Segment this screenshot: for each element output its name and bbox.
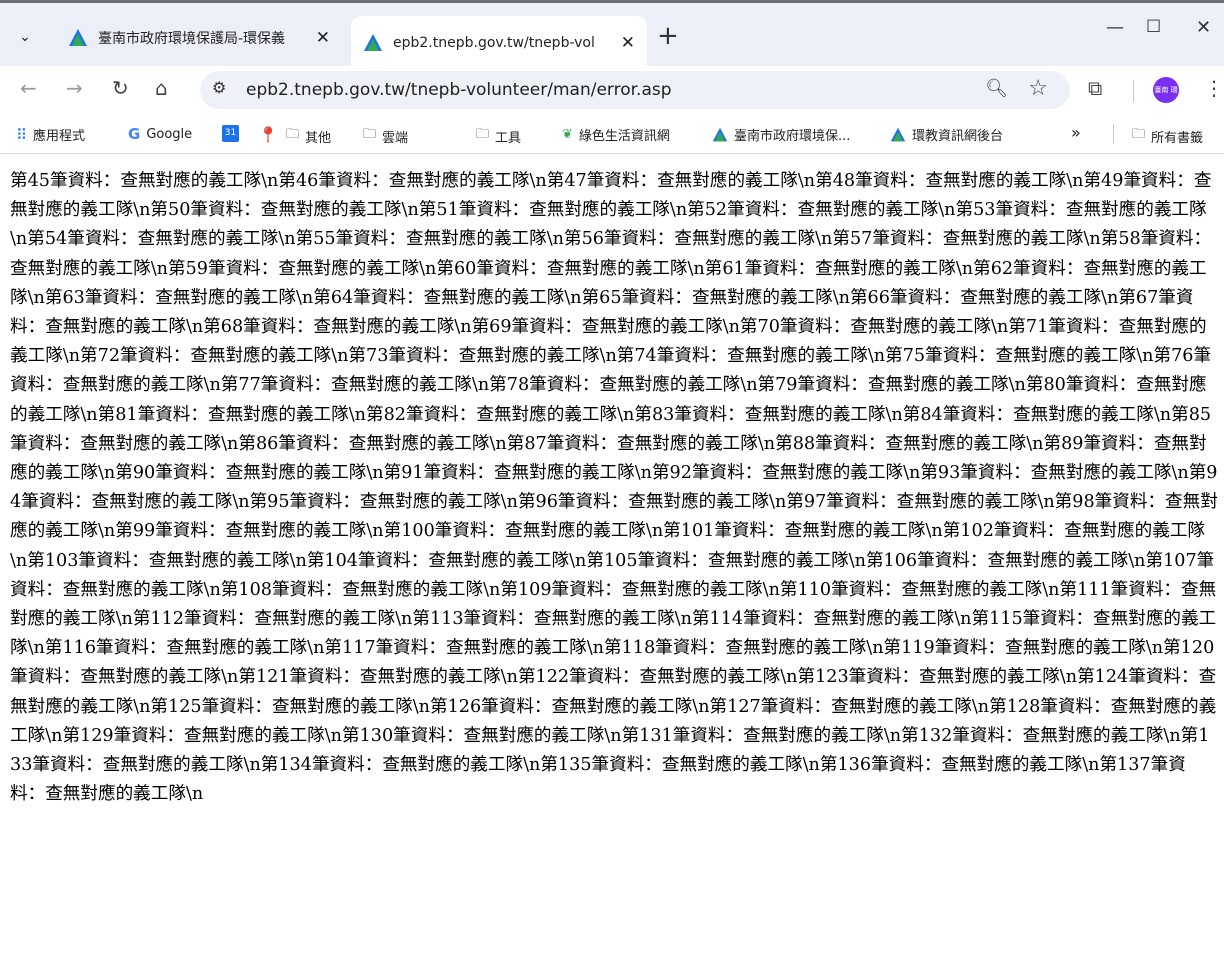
forward-icon[interactable]: → (66, 76, 83, 100)
bookmark-env-edu[interactable]: 環教資訊網後台 (890, 125, 1003, 144)
home-icon[interactable]: ⌂ (155, 76, 168, 100)
bookmarks-bar: ⠿ 應用程式 G Google 31 📍︎ 🗀 其他 🗀 雲端 🗀 工具 ❦ 綠… (0, 114, 1224, 154)
bookmark-folder-other[interactable]: 🗀 其他 (286, 125, 331, 147)
url-text[interactable]: epb2.tnepb.gov.tw/tnepb-volunteer/man/er… (246, 80, 672, 100)
tab-search-dropdown-icon[interactable]: ⌄ (12, 24, 38, 50)
folder-icon: 🗀 (1132, 127, 1146, 142)
bookmark-label: 雲端 (382, 130, 409, 146)
bookmark-folder-tools[interactable]: 🗀 工具 (476, 125, 521, 147)
bookmarks-overflow-icon[interactable]: » (1071, 123, 1081, 142)
window-close-icon[interactable]: ✕ (1196, 17, 1211, 38)
tab-close-icon[interactable]: ✕ (316, 28, 330, 48)
bookmarks-divider (1113, 124, 1114, 144)
new-tab-icon[interactable]: + (657, 21, 679, 51)
tab-error-page[interactable]: epb2.tnepb.gov.tw/tnepb-vol ✕ (351, 16, 647, 69)
minimize-icon[interactable]: — (1106, 17, 1124, 38)
bookmark-tnepb[interactable]: 臺南市政府環境保... (712, 125, 850, 144)
bookmark-google[interactable]: G Google (128, 125, 192, 143)
folder-icon: 🗀 (286, 127, 300, 142)
tnepb-logo-icon (69, 28, 87, 46)
bookmark-label: 其他 (305, 130, 332, 146)
zoom-icon[interactable]: 🔍︎ (985, 78, 1008, 99)
toolbar-divider (1133, 80, 1134, 102)
leaf-icon: ❦ (562, 127, 573, 142)
bookmark-apps[interactable]: ⠿ 應用程式 (16, 125, 86, 145)
google-icon: G (128, 125, 141, 143)
bookmark-folder-cloud[interactable]: 🗀 雲端 (363, 125, 408, 147)
menu-kebab-icon[interactable]: ⋮ (1204, 76, 1224, 100)
tab-title: epb2.tnepb.gov.tw/tnepb-vol (393, 34, 595, 51)
folder-icon: 🗀 (363, 127, 377, 142)
bookmark-label: 綠色生活資訊網 (578, 129, 670, 144)
error-message-text: 第45筆資料：查無對應的義工隊\n第46筆資料：查無對應的義工隊\n第47筆資料… (10, 171, 1218, 805)
extensions-puzzle-icon[interactable]: ⧉ (1088, 76, 1102, 100)
reload-icon[interactable]: ↻ (112, 76, 129, 100)
bookmark-calendar[interactable]: 31 (222, 125, 245, 142)
bookmark-maps[interactable]: 📍︎ (258, 125, 284, 144)
bookmark-label: 所有書籤 (1151, 130, 1204, 146)
bookmark-star-icon[interactable]: ☆ (1028, 76, 1048, 101)
tnepb-logo-icon (890, 127, 906, 141)
profile-avatar[interactable]: 臺南 環保局 (1153, 77, 1179, 120)
maximize-icon[interactable]: ☐ (1146, 17, 1161, 37)
site-info-icon[interactable]: ⚙ (212, 78, 226, 97)
tab-strip: ⌄ 臺南市政府環境保護局-環保義 ✕ epb2.tnepb.gov.tw/tne… (0, 0, 1224, 69)
address-bar[interactable]: ⚙ epb2.tnepb.gov.tw/tnepb-volunteer/man/… (200, 71, 1070, 109)
apps-grid-icon: ⠿ (16, 125, 27, 144)
bookmark-label: 工具 (495, 130, 522, 146)
folder-icon: 🗀 (476, 127, 490, 142)
tab-close-icon[interactable]: ✕ (621, 33, 635, 53)
bookmark-all-bookmarks[interactable]: 🗀 所有書籤 (1132, 125, 1203, 147)
bookmark-green-life[interactable]: ❦ 綠色生活資訊網 (562, 125, 670, 144)
bookmark-label: 臺南市政府環境保... (734, 129, 851, 144)
calendar-icon: 31 (222, 125, 239, 142)
bookmark-label: Google (146, 126, 193, 142)
tnepb-logo-icon (712, 127, 728, 141)
bookmark-label: 環教資訊網後台 (912, 129, 1004, 144)
toolbar: ← → ↻ ⌂ ⚙ epb2.tnepb.gov.tw/tnepb-volunt… (0, 66, 1224, 120)
bookmark-label: 應用程式 (33, 129, 86, 144)
maps-pin-icon: 📍︎ (258, 125, 279, 144)
back-icon[interactable]: ← (20, 76, 37, 100)
tnepb-logo-icon (364, 33, 382, 51)
tab-tnepb-volunteer[interactable]: 臺南市政府環境保護局-環保義 ✕ (56, 16, 342, 59)
tab-title: 臺南市政府環境保護局-環保義 (98, 30, 286, 47)
